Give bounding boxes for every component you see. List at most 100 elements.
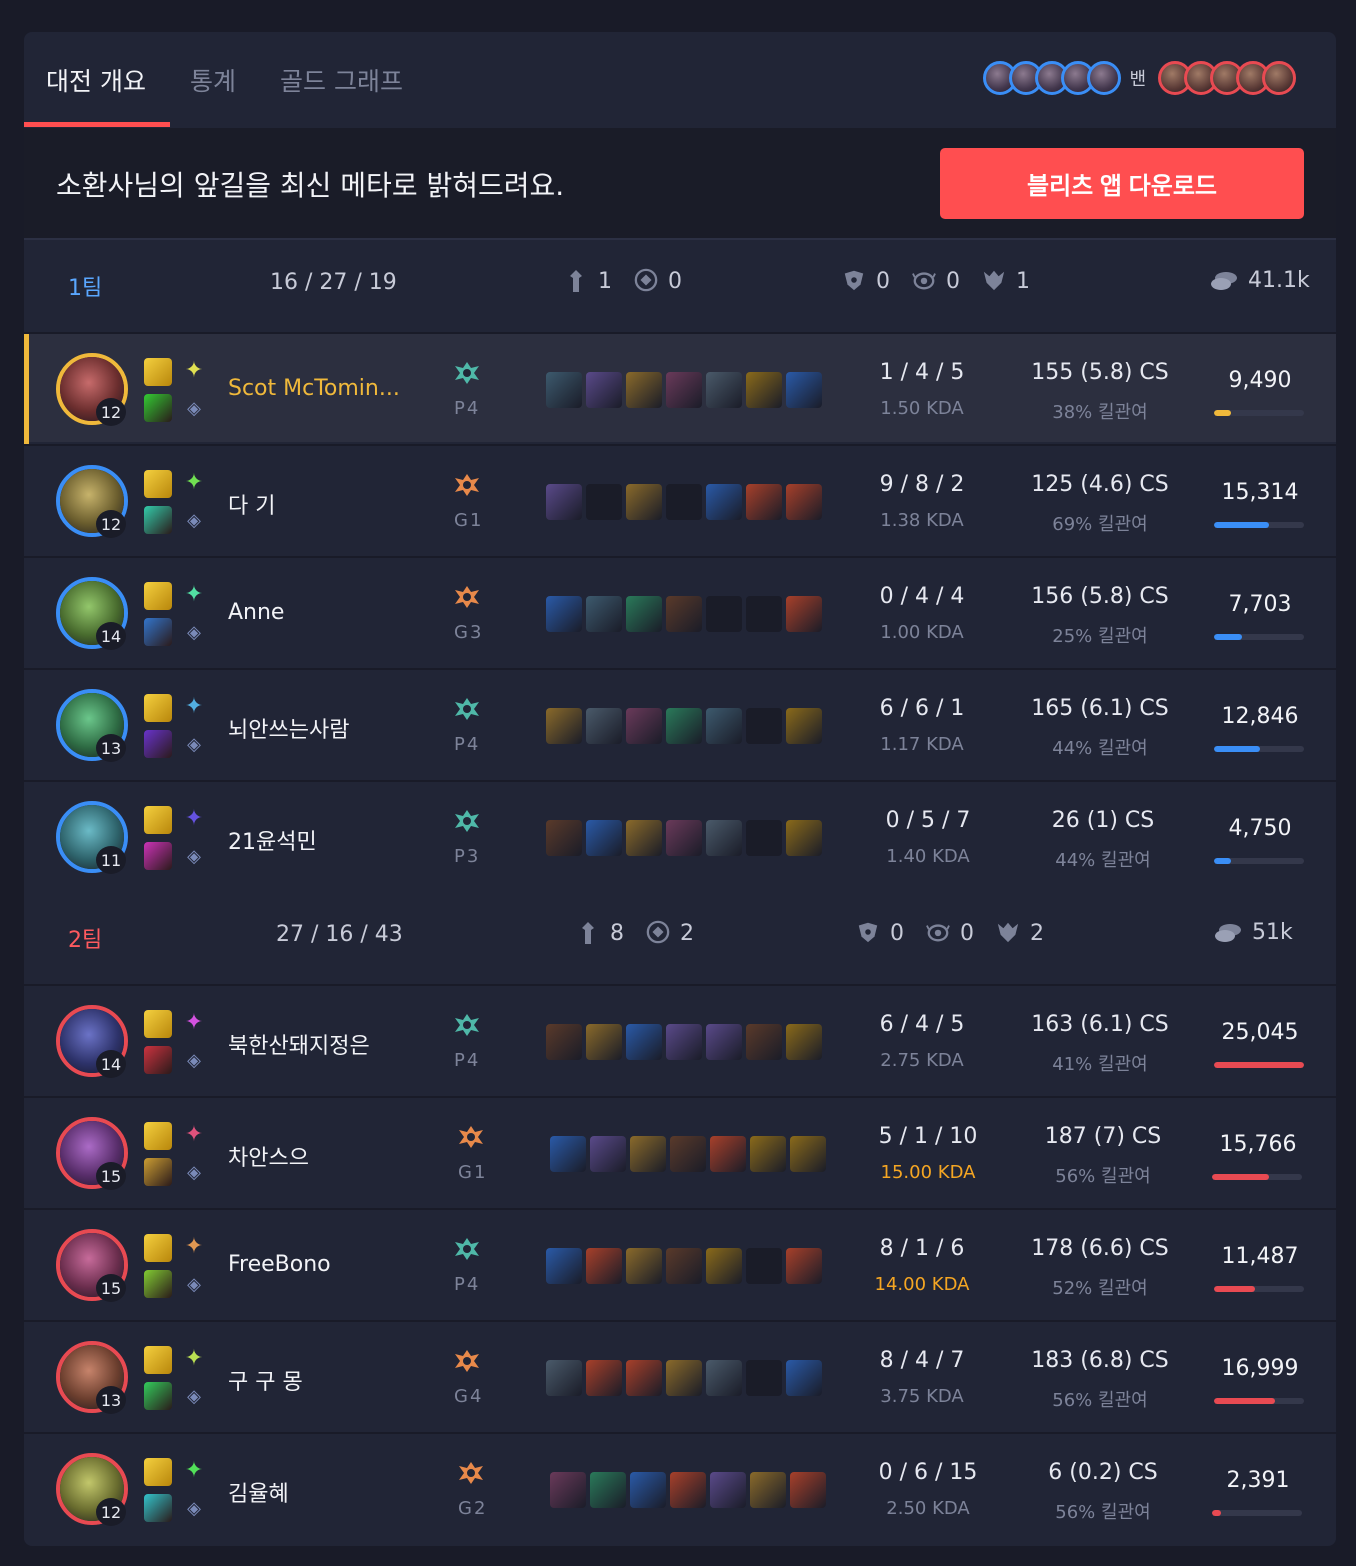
keystone-rune-icon[interactable]: ✦	[180, 1232, 208, 1260]
keystone-rune-icon[interactable]: ✦	[180, 1456, 208, 1484]
item-icon[interactable]	[550, 1136, 586, 1172]
tab-overview[interactable]: 대전 개요	[46, 62, 146, 98]
item-icon[interactable]	[626, 1248, 662, 1284]
item-icon[interactable]	[786, 1248, 822, 1284]
item-icon[interactable]	[786, 1024, 822, 1060]
item-icon[interactable]	[666, 1248, 702, 1284]
player-row[interactable]: 15 ✦ ◈ 차안스으 G1 5 / 1 / 10 15.00 KDA 187 …	[24, 1096, 1336, 1206]
item-icon[interactable]	[706, 484, 742, 520]
secondary-rune-icon[interactable]: ◈	[180, 1158, 208, 1186]
item-icon[interactable]	[546, 372, 582, 408]
item-icon[interactable]	[710, 1472, 746, 1508]
item-icon[interactable]	[666, 708, 702, 744]
item-icon[interactable]	[626, 596, 662, 632]
summoner-spell-icon[interactable]	[144, 394, 172, 422]
player-row[interactable]: 12 ✦ ◈ 김율혜 G2 0 / 6 / 15 2.50 KDA 6 (0.2…	[24, 1432, 1336, 1542]
item-icon[interactable]	[546, 820, 582, 856]
keystone-rune-icon[interactable]: ✦	[180, 580, 208, 608]
summoner-spell-icon[interactable]	[144, 506, 172, 534]
item-icon[interactable]	[746, 372, 782, 408]
item-icon[interactable]	[626, 1360, 662, 1396]
player-row[interactable]: 13 ✦ ◈ 구 구 몽 G4 8 / 4 / 7 3.75 KDA 183 (…	[24, 1320, 1336, 1430]
summoner-spell-icon[interactable]	[144, 730, 172, 758]
item-icon[interactable]	[586, 820, 622, 856]
keystone-rune-icon[interactable]: ✦	[180, 1008, 208, 1036]
item-icon[interactable]	[666, 372, 702, 408]
item-icon[interactable]	[586, 372, 622, 408]
item-icon[interactable]	[590, 1136, 626, 1172]
item-icon[interactable]	[750, 1472, 786, 1508]
secondary-rune-icon[interactable]: ◈	[180, 842, 208, 870]
item-icon[interactable]	[750, 1136, 786, 1172]
item-icon[interactable]	[546, 1360, 582, 1396]
item-icon[interactable]	[586, 1024, 622, 1060]
summoner-spell-icon[interactable]	[144, 1382, 172, 1410]
keystone-rune-icon[interactable]: ✦	[180, 692, 208, 720]
item-icon[interactable]	[670, 1136, 706, 1172]
item-icon[interactable]	[586, 1248, 622, 1284]
item-icon[interactable]	[626, 708, 662, 744]
player-row[interactable]: 13 ✦ ◈ 뇌안쓰는사람 P4 6 / 6 / 1 1.17 KDA 165 …	[24, 668, 1336, 778]
summoner-spell-icon[interactable]	[144, 1494, 172, 1522]
item-icon[interactable]	[666, 1024, 702, 1060]
player-name[interactable]: 김율혜	[228, 1476, 289, 1508]
player-row[interactable]: 12 ✦ ◈ Scot McTomin... P4 1 / 4 / 5 1.50…	[24, 332, 1336, 444]
player-name[interactable]: 차안스으	[228, 1140, 309, 1172]
item-icon[interactable]	[666, 820, 702, 856]
item-icon[interactable]	[746, 1024, 782, 1060]
keystone-rune-icon[interactable]: ✦	[180, 468, 208, 496]
item-icon[interactable]	[706, 372, 742, 408]
summoner-spell-icon[interactable]	[144, 842, 172, 870]
item-icon[interactable]	[706, 1360, 742, 1396]
player-name[interactable]: 21윤석민	[228, 824, 317, 856]
summoner-spell-flash-icon[interactable]	[144, 1346, 172, 1374]
item-icon[interactable]	[786, 596, 822, 632]
summoner-spell-flash-icon[interactable]	[144, 358, 172, 386]
secondary-rune-icon[interactable]: ◈	[180, 730, 208, 758]
item-icon[interactable]	[590, 1472, 626, 1508]
item-icon[interactable]	[626, 820, 662, 856]
item-icon[interactable]	[666, 1360, 702, 1396]
secondary-rune-icon[interactable]: ◈	[180, 618, 208, 646]
item-icon[interactable]	[706, 820, 742, 856]
item-icon[interactable]	[706, 1248, 742, 1284]
summoner-spell-flash-icon[interactable]	[144, 806, 172, 834]
summoner-spell-flash-icon[interactable]	[144, 694, 172, 722]
player-name[interactable]: 북한산돼지정은	[228, 1028, 370, 1060]
item-icon[interactable]	[666, 596, 702, 632]
item-icon[interactable]	[546, 484, 582, 520]
item-icon[interactable]	[790, 1472, 826, 1508]
summoner-spell-icon[interactable]	[144, 618, 172, 646]
secondary-rune-icon[interactable]: ◈	[180, 1494, 208, 1522]
item-icon[interactable]	[786, 1360, 822, 1396]
player-row[interactable]: 11 ✦ ◈ 21윤석민 P3 0 / 5 / 7 1.40 KDA 26 (1…	[24, 780, 1336, 890]
secondary-rune-icon[interactable]: ◈	[180, 1270, 208, 1298]
summoner-spell-icon[interactable]	[144, 1158, 172, 1186]
keystone-rune-icon[interactable]: ✦	[180, 356, 208, 384]
player-row[interactable]: 14 ✦ ◈ Anne G3 0 / 4 / 4 1.00 KDA 156 (5…	[24, 556, 1336, 666]
secondary-rune-icon[interactable]: ◈	[180, 506, 208, 534]
player-name[interactable]: Anne	[228, 600, 284, 625]
item-icon[interactable]	[586, 596, 622, 632]
download-app-button[interactable]: 블리츠 앱 다운로드	[940, 148, 1304, 219]
player-row[interactable]: 14 ✦ ◈ 북한산돼지정은 P4 6 / 4 / 5 2.75 KDA 163…	[24, 984, 1336, 1094]
summoner-spell-flash-icon[interactable]	[144, 1122, 172, 1150]
summoner-spell-flash-icon[interactable]	[144, 1234, 172, 1262]
item-icon[interactable]	[786, 484, 822, 520]
item-icon[interactable]	[546, 708, 582, 744]
item-icon[interactable]	[706, 1024, 742, 1060]
player-name[interactable]: 구 구 몽	[228, 1364, 303, 1396]
summoner-spell-flash-icon[interactable]	[144, 470, 172, 498]
item-icon[interactable]	[626, 1024, 662, 1060]
keystone-rune-icon[interactable]: ✦	[180, 1344, 208, 1372]
item-icon[interactable]	[710, 1136, 746, 1172]
secondary-rune-icon[interactable]: ◈	[180, 1046, 208, 1074]
player-name[interactable]: 뇌안쓰는사람	[228, 712, 349, 744]
item-icon[interactable]	[586, 1360, 622, 1396]
tab-gold-graph[interactable]: 골드 그래프	[280, 62, 403, 98]
summoner-spell-flash-icon[interactable]	[144, 1458, 172, 1486]
item-icon[interactable]	[586, 708, 622, 744]
item-icon[interactable]	[630, 1472, 666, 1508]
summoner-spell-flash-icon[interactable]	[144, 582, 172, 610]
player-name[interactable]: Scot McTomin...	[228, 376, 400, 401]
